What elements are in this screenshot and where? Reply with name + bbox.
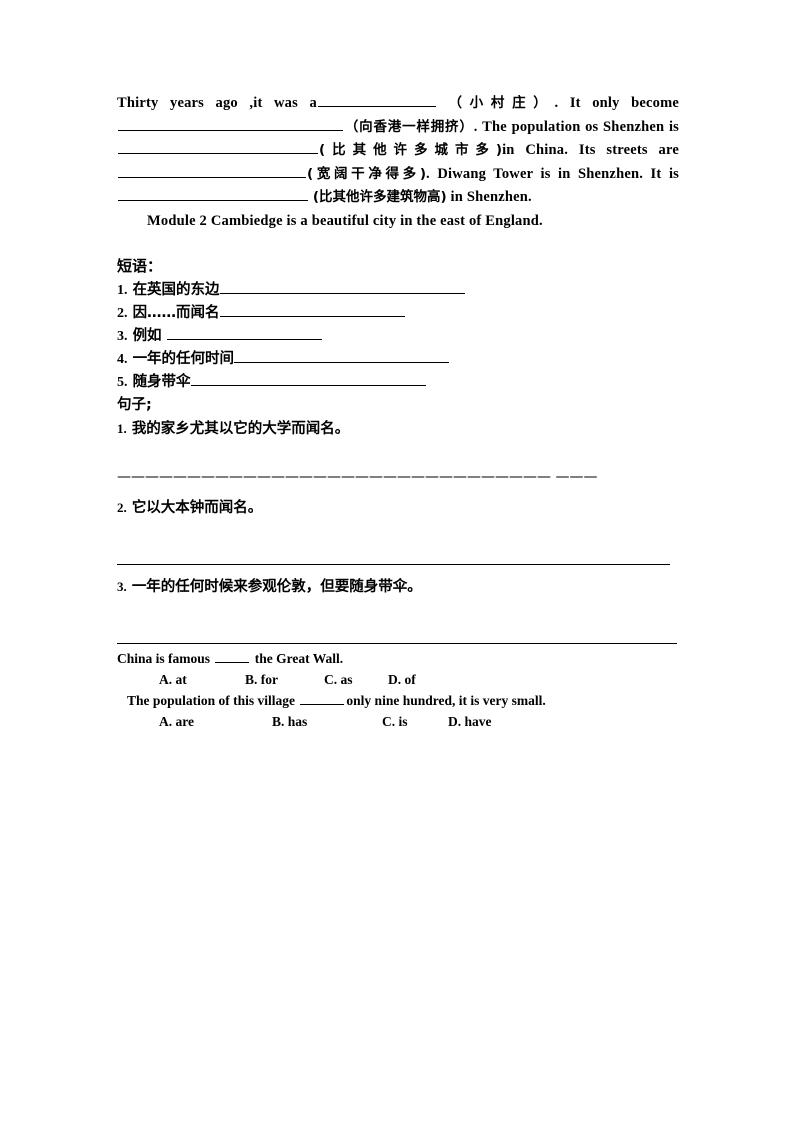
phrase-answer-blank-4[interactable] — [234, 350, 450, 363]
mc-question-2-text-pre: The population of this village — [127, 693, 296, 708]
phrase-item-5: 5. 随身带伞 — [117, 371, 679, 394]
mc-option-2d[interactable]: D. have — [448, 711, 492, 732]
dashed-answer-rule-1[interactable]: ——————————————————————————————— ——— — [117, 470, 677, 486]
phrase-number-1: 1. — [117, 283, 128, 298]
phrases-section-label: 短语： — [117, 257, 163, 275]
paragraph-text-7: is — [668, 165, 680, 182]
phrase-text-3: 例如 — [132, 328, 167, 344]
module-heading: Module 2 Cambiedge is a beautiful city i… — [147, 212, 543, 229]
mc-question-2: The population of this village only nine… — [117, 690, 679, 711]
paragraph-hint-4: (宽阔干净得多) — [307, 165, 427, 182]
sentence-number-2: 2. — [117, 500, 127, 515]
mc-options-2: A. are B. has C. is D. have — [117, 711, 679, 732]
mc-option-1c[interactable]: C. as — [324, 669, 388, 690]
phrase-text-2: 因……而闻名 — [132, 305, 220, 321]
paragraph-text-3: . The population os Shenzhen — [473, 118, 665, 135]
sentence-text-1: 我的家乡尤其以它的大学而闻名。 — [131, 421, 350, 437]
blank-line-5[interactable] — [118, 187, 308, 201]
answer-space-2[interactable] — [117, 520, 679, 564]
phrase-answer-blank-5[interactable] — [190, 373, 426, 386]
mc-question-1-blank[interactable] — [215, 651, 250, 663]
phrase-text-5: 随身带伞 — [132, 374, 191, 390]
mc-options-1: A. at B. for C. as D. of — [117, 669, 679, 690]
sentence-item-3: 3. 一年的任何时候来参观伦敦，但要随身带伞。 — [117, 575, 679, 599]
document-content: Thirty years ago ,it was a （小村庄）. It onl… — [117, 92, 679, 732]
blank-line-4[interactable] — [118, 164, 306, 178]
sentence-text-2: 它以大本钟而闻名。 — [131, 500, 263, 516]
mc-option-1a[interactable]: A. at — [159, 669, 245, 690]
mc-option-2b[interactable]: B. has — [272, 711, 382, 732]
fill-in-paragraph: Thirty years ago ,it was a （小村庄）. It onl… — [117, 92, 679, 210]
paragraph-hint-2: （向香港一样拥挤） — [344, 118, 474, 135]
mc-question-1: China is famous the Great Wall. — [117, 648, 679, 669]
mc-option-2c[interactable]: C. is — [382, 711, 448, 732]
phrase-number-4: 4. — [117, 352, 128, 367]
mc-question-2-blank[interactable] — [300, 693, 345, 705]
sentence-number-1: 1. — [117, 421, 127, 436]
mc-question-1-text-post: the Great Wall. — [254, 651, 344, 666]
phrase-text-1: 在英国的东边 — [132, 282, 220, 298]
paragraph-text-2: . It only become — [554, 95, 680, 111]
phrase-answer-blank-1[interactable] — [219, 281, 465, 294]
phrase-number-2: 2. — [117, 306, 128, 321]
phrase-item-1: 1. 在英国的东边 — [117, 279, 679, 302]
blank-line-1[interactable] — [317, 93, 436, 107]
paragraph-text-1: Thirty years ago ,it was a — [117, 95, 317, 111]
paragraph-text-5: in China. Its streets are — [502, 142, 679, 158]
document-page: Thirty years ago ,it was a （小村庄）. It onl… — [0, 0, 794, 1123]
blank-line-3[interactable] — [118, 140, 318, 154]
mc-question-1-text-pre: China is famous — [117, 651, 211, 666]
paragraph-text-8: in Shenzhen. — [446, 189, 532, 205]
phrase-item-2: 2. 因……而闻名 — [117, 302, 679, 325]
sentence-item-2: 2. 它以大本钟而闻名。 — [117, 496, 679, 520]
phrase-answer-blank-2[interactable] — [219, 304, 405, 317]
sentences-section-label: 句子; — [117, 397, 152, 413]
paragraph-text-6: . Diwang Tower is in Shenzhen. It — [426, 165, 662, 182]
mc-option-2a[interactable]: A. are — [159, 711, 272, 732]
phrase-number-3: 3. — [117, 329, 128, 344]
mc-question-2-text-post: only nine hundred, it is very small. — [346, 693, 546, 708]
mc-option-1b[interactable]: B. for — [245, 669, 324, 690]
phrase-text-4: 一年的任何时间 — [132, 351, 235, 367]
phrase-answer-blank-3[interactable] — [166, 327, 322, 340]
sentence-text-3: 一年的任何时候来参观伦敦，但要随身带伞。 — [131, 579, 422, 595]
paragraph-hint-3: (比其他许多城市多) — [319, 142, 503, 158]
paragraph-text-4: is — [668, 118, 680, 135]
mc-option-1d[interactable]: D. of — [388, 669, 416, 690]
sentence-item-1: 1. 我的家乡尤其以它的大学而闻名。 — [117, 417, 679, 441]
phrase-number-5: 5. — [117, 375, 128, 390]
blank-line-2[interactable] — [118, 117, 343, 131]
phrase-item-3: 3. 例如 — [117, 325, 679, 348]
phrase-item-4: 4. 一年的任何时间 — [117, 348, 679, 371]
paragraph-hint-1: （小村庄） — [448, 95, 555, 111]
answer-space-1[interactable] — [117, 441, 679, 470]
paragraph-hint-5: (比其他许多建筑物高) — [312, 189, 447, 205]
answer-space-3[interactable] — [117, 599, 679, 643]
sentence-number-3: 3. — [117, 579, 127, 594]
